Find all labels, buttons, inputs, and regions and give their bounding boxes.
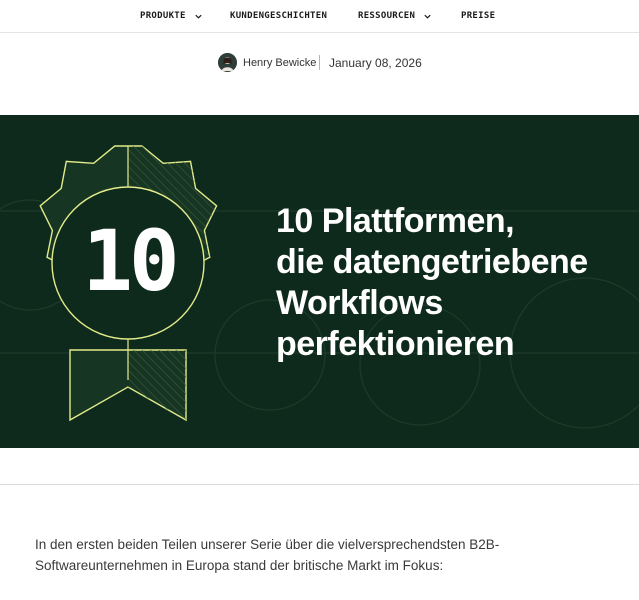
- nav-label-produkte: PRODUKTE: [140, 11, 186, 21]
- hero-title-line-3: Workflows: [276, 284, 443, 322]
- author-name[interactable]: Henry Bewicke: [243, 57, 316, 69]
- content-divider: [0, 484, 639, 485]
- byline-divider: [319, 55, 320, 70]
- hero-title-line-1: 10 Plattformen,: [276, 202, 515, 240]
- article-byline: Henry Bewicke January 08, 2026: [0, 53, 639, 73]
- hero-title-line-2: die datengetriebene: [276, 243, 588, 281]
- nav-label-kundengeschichten: KUNDENGESCHICHTEN: [230, 11, 328, 21]
- nav-item-produkte[interactable]: PRODUKTE: [140, 9, 203, 23]
- nav-label-preise: PREISE: [461, 11, 496, 21]
- hero-banner: 10 10 Plattformen, die datengetriebene W…: [0, 115, 639, 448]
- publish-date: January 08, 2026: [329, 56, 422, 70]
- badge-number: 10: [82, 212, 179, 310]
- article-intro: In den ersten beiden Teilen unserer Seri…: [35, 537, 500, 573]
- nav-item-kundengeschichten[interactable]: KUNDENGESCHICHTEN: [230, 9, 327, 23]
- hero-title-line-4: perfektionieren: [276, 325, 515, 363]
- chevron-down-icon: [195, 14, 202, 19]
- hero-title: 10 Plattformen, die datengetriebene Work…: [276, 201, 639, 365]
- nav-label-ressourcen: RESSOURCEN: [358, 11, 416, 21]
- author-avatar[interactable]: [218, 53, 237, 72]
- chevron-down-icon: [424, 14, 431, 19]
- top-navigation: PRODUKTE KUNDENGESCHICHTEN RESSOURCEN PR…: [0, 0, 639, 33]
- nav-item-ressourcen[interactable]: RESSOURCEN: [358, 9, 432, 23]
- nav-item-preise[interactable]: PREISE: [461, 9, 495, 23]
